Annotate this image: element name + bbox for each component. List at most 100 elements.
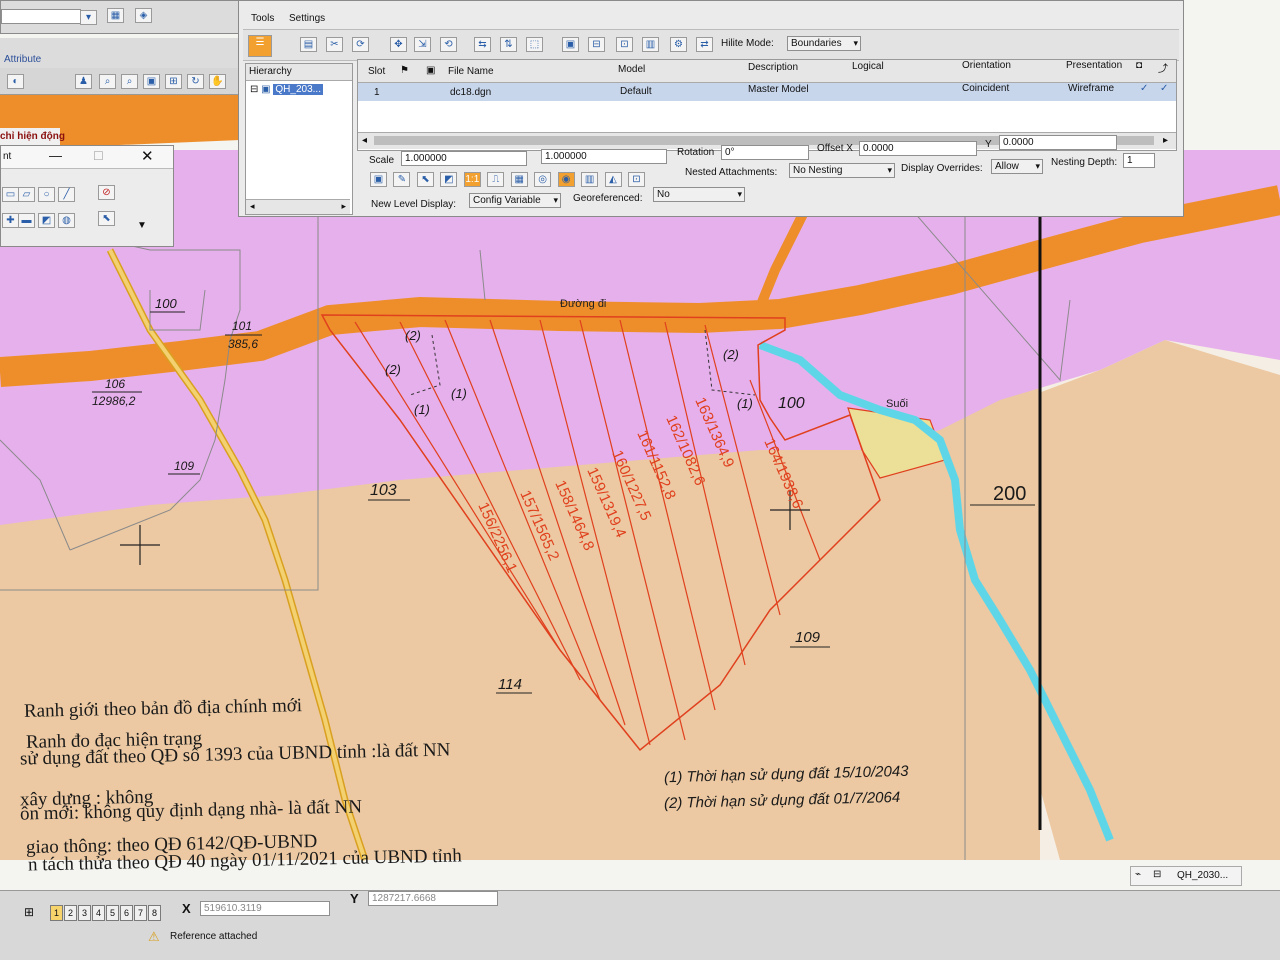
maximize-icon[interactable]: ☐ [93, 149, 104, 163]
scale-ref-icon[interactable]: ⇲ [414, 37, 431, 52]
levels-toggle-icon[interactable]: ◩ [440, 172, 458, 187]
display-overrides-dropdown[interactable]: Allow [991, 159, 1043, 174]
treat-as-element-icon[interactable]: ◎ [534, 172, 552, 187]
view-tab[interactable]: 7 [134, 905, 147, 921]
scroll-right-icon[interactable]: ▸ [1163, 135, 1168, 146]
ignore-attachments-icon[interactable]: ▦ [510, 172, 528, 187]
tool-palette-window[interactable]: nt — ☐ ✕ ▭ ▱ ○ ╱ ⊘ ✚ ▬ ◩ ◍ ⬉ ▼ [0, 145, 174, 247]
view-tab[interactable]: 5 [106, 905, 119, 921]
view-tab[interactable]: 3 [78, 905, 91, 921]
window-area-icon[interactable]: ▣ [143, 74, 160, 89]
hilite-mode-dropdown[interactable]: Boundaries [787, 36, 861, 51]
hierarchy-item[interactable]: ⊟ ▣ QH_203... [250, 84, 323, 95]
view-tab[interactable]: 4 [92, 905, 105, 921]
pin-icon[interactable]: ⌁ [1135, 869, 1141, 880]
model-tab[interactable]: ⌁ ⊟ QH_2030... [1130, 866, 1242, 886]
globe-tool-icon[interactable]: ◍ [58, 213, 75, 228]
fill-tool-icon[interactable]: ◩ [38, 213, 55, 228]
move-tool-icon[interactable]: ✚ [2, 213, 19, 228]
col-file-name[interactable]: File Name [448, 66, 494, 77]
mirror-v-icon[interactable]: ⇅ [500, 37, 517, 52]
col-description[interactable]: Description [748, 62, 798, 73]
nested-attachments-dropdown[interactable]: No Nesting [789, 163, 895, 178]
scroll-left-icon[interactable]: ◂ [362, 135, 367, 146]
clip-front-icon[interactable]: ⊡ [616, 37, 633, 52]
mirror-h-icon[interactable]: ⇆ [474, 37, 491, 52]
dropdown-icon[interactable]: ▾ [80, 10, 97, 25]
chevron-down-icon[interactable]: ▼ [137, 220, 147, 231]
minus-tool-icon[interactable]: ▬ [18, 213, 35, 228]
col-model[interactable]: Model [618, 64, 645, 75]
level-override-icon[interactable]: ▥ [581, 172, 599, 187]
x-coordinate-field[interactable]: 519610.3119 [200, 901, 330, 916]
reload-icon[interactable]: ⟳ [352, 37, 369, 52]
snap-toggle-icon[interactable]: ✎ [393, 172, 411, 187]
georeference-icon[interactable]: ◉ [557, 172, 575, 187]
fit-icon[interactable]: ⊞ [165, 74, 182, 89]
scale-lines-icon[interactable]: ⎍ [487, 172, 505, 187]
pan-icon[interactable]: ✋ [209, 74, 226, 89]
fit-view-icon[interactable]: ♟ [75, 74, 92, 89]
select-element-icon[interactable]: ⬉ [98, 211, 115, 226]
references-dialog[interactable]: Tools Settings ☰ ▤ ✂ ⟳ ✥ ⇲ ⟲ ⇆ ⇅ ⬚ ▣ ⊟ ⊡… [238, 0, 1184, 217]
clip-mask-icon[interactable]: ▣ [562, 37, 579, 52]
clip-icon[interactable]: ⊡ [627, 172, 645, 187]
scroll-right-icon[interactable]: ▸ [341, 201, 346, 212]
expand-icon[interactable]: ⊟ [250, 84, 258, 95]
check-icon[interactable]: ✓ [1140, 83, 1148, 94]
minimize-icon[interactable]: — [49, 148, 62, 163]
zoom-out-icon[interactable]: ⌕ [121, 74, 138, 89]
col-slot[interactable]: Slot [368, 66, 385, 77]
nesting-depth-field[interactable]: 1 [1123, 153, 1155, 168]
locate-toggle-icon[interactable]: ⬉ [416, 172, 434, 187]
open-icon[interactable]: ▤ [300, 37, 317, 52]
circle-tool-icon[interactable]: ○ [38, 187, 55, 202]
col-presentation[interactable]: Presentation [1066, 60, 1122, 71]
true-scale-icon[interactable]: 1:1 [463, 172, 481, 187]
y-coordinate-field[interactable]: 1287217.6668 [368, 891, 498, 906]
close-icon[interactable]: ✕ [141, 147, 154, 165]
snap-icon[interactable]: ⤴ [1158, 60, 1168, 75]
no-entry-icon[interactable]: ⊘ [98, 185, 115, 200]
reference-settings-icon[interactable]: ⚙ [670, 37, 687, 52]
shape-tool-icon[interactable]: ▱ [18, 187, 35, 202]
view-tab[interactable]: 6 [120, 905, 133, 921]
raster-icon[interactable]: ◭ [604, 172, 622, 187]
menu-tools[interactable]: Tools [251, 13, 274, 24]
offset-x-field[interactable]: 0.0000 [859, 141, 977, 156]
clip-boundary-icon[interactable]: ⬚ [526, 37, 543, 52]
palette-titlebar[interactable]: nt — ☐ ✕ [1, 146, 173, 169]
hierarchy-pane[interactable]: Hierarchy ⊟ ▣ QH_203... ◂ ▸ [245, 63, 353, 215]
view-tab[interactable]: 1 [50, 905, 63, 921]
menu-settings[interactable]: Settings [289, 13, 325, 24]
scale-reference-field[interactable]: 1.000000 [541, 149, 667, 164]
detach-icon[interactable]: ✂ [326, 37, 343, 52]
zoom-in-icon[interactable]: ⌕ [99, 74, 116, 89]
display-toggle-icon[interactable]: ▣ [370, 172, 387, 187]
attribute-tool-icon[interactable]: ▦ [107, 8, 124, 23]
display-icon[interactable]: ◘ [1136, 60, 1142, 71]
level-field[interactable] [1, 9, 81, 24]
move-ref-icon[interactable]: ✥ [390, 37, 407, 52]
rectangle-tool-icon[interactable]: ▭ [2, 187, 19, 202]
element-info-icon[interactable]: ◈ [135, 8, 152, 23]
scroll-left-icon[interactable]: ◂ [250, 201, 255, 212]
clip-back-icon[interactable]: ▥ [642, 37, 659, 52]
offset-y-field[interactable]: 0.0000 [999, 135, 1117, 150]
attach-reference-icon[interactable]: ☰ [248, 35, 272, 57]
view-group-icon[interactable]: ⊞ [24, 905, 34, 919]
clip-delete-icon[interactable]: ⊟ [588, 37, 605, 52]
georeferenced-dropdown[interactable]: No [653, 187, 745, 202]
view-tab[interactable]: 2 [64, 905, 77, 921]
tab-icon[interactable]: ⊟ [1153, 869, 1161, 880]
check-icon[interactable]: ✓ [1160, 83, 1168, 94]
line-tool-icon[interactable]: ╱ [58, 187, 75, 202]
new-level-display-dropdown[interactable]: Config Variable [469, 193, 561, 208]
rotate-ref-icon[interactable]: ⟲ [440, 37, 457, 52]
scale-master-field[interactable]: 1.000000 [401, 151, 527, 166]
exchange-icon[interactable]: ⇄ [696, 37, 713, 52]
view-icon[interactable]: ◐ [7, 74, 24, 89]
view-tab[interactable]: 8 [148, 905, 161, 921]
col-orientation[interactable]: Orientation [962, 60, 1011, 71]
col-logical[interactable]: Logical [852, 61, 884, 72]
